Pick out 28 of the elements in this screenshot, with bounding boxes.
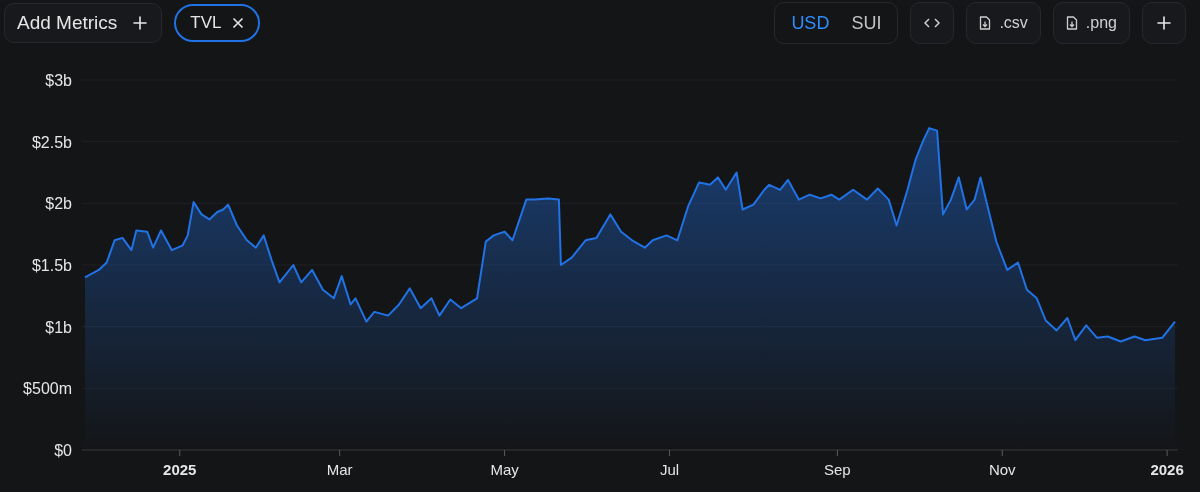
close-icon: [231, 17, 244, 29]
y-axis-label: $2b: [45, 195, 72, 213]
png-download-button[interactable]: .png: [1052, 2, 1130, 44]
y-axis-label: $2.5b: [31, 133, 72, 151]
add-button[interactable]: [1142, 2, 1186, 44]
x-axis-label: Jul: [659, 461, 680, 478]
x-axis-label: Nov: [988, 461, 1016, 478]
y-axis-label: $3b: [45, 72, 72, 89]
x-axis-label: 2025: [163, 461, 197, 478]
file-download-icon: [979, 16, 992, 30]
x-axis-label: May: [490, 461, 519, 478]
currency-option[interactable]: USD: [783, 12, 838, 34]
add-metrics-button[interactable]: Add Metrics: [4, 3, 163, 43]
y-axis-label: $1.5b: [31, 257, 72, 274]
y-axis-label: $0: [54, 442, 72, 459]
code-icon: [924, 17, 941, 29]
plus-icon: [133, 16, 148, 30]
currency-option[interactable]: SUI: [843, 12, 890, 34]
x-axis-label: 2026: [1150, 461, 1184, 478]
file-download-icon: [1065, 16, 1078, 30]
metric-chip[interactable]: TVL: [174, 4, 260, 42]
x-axis-label: Sep: [824, 461, 851, 478]
plus-icon: [1157, 16, 1171, 30]
y-axis-label: $1b: [45, 318, 72, 336]
y-axis-label: $500m: [23, 380, 72, 398]
x-axis-label: Mar: [326, 461, 353, 478]
csv-download-button[interactable]: .csv: [966, 2, 1041, 44]
embed-button[interactable]: [910, 2, 955, 44]
